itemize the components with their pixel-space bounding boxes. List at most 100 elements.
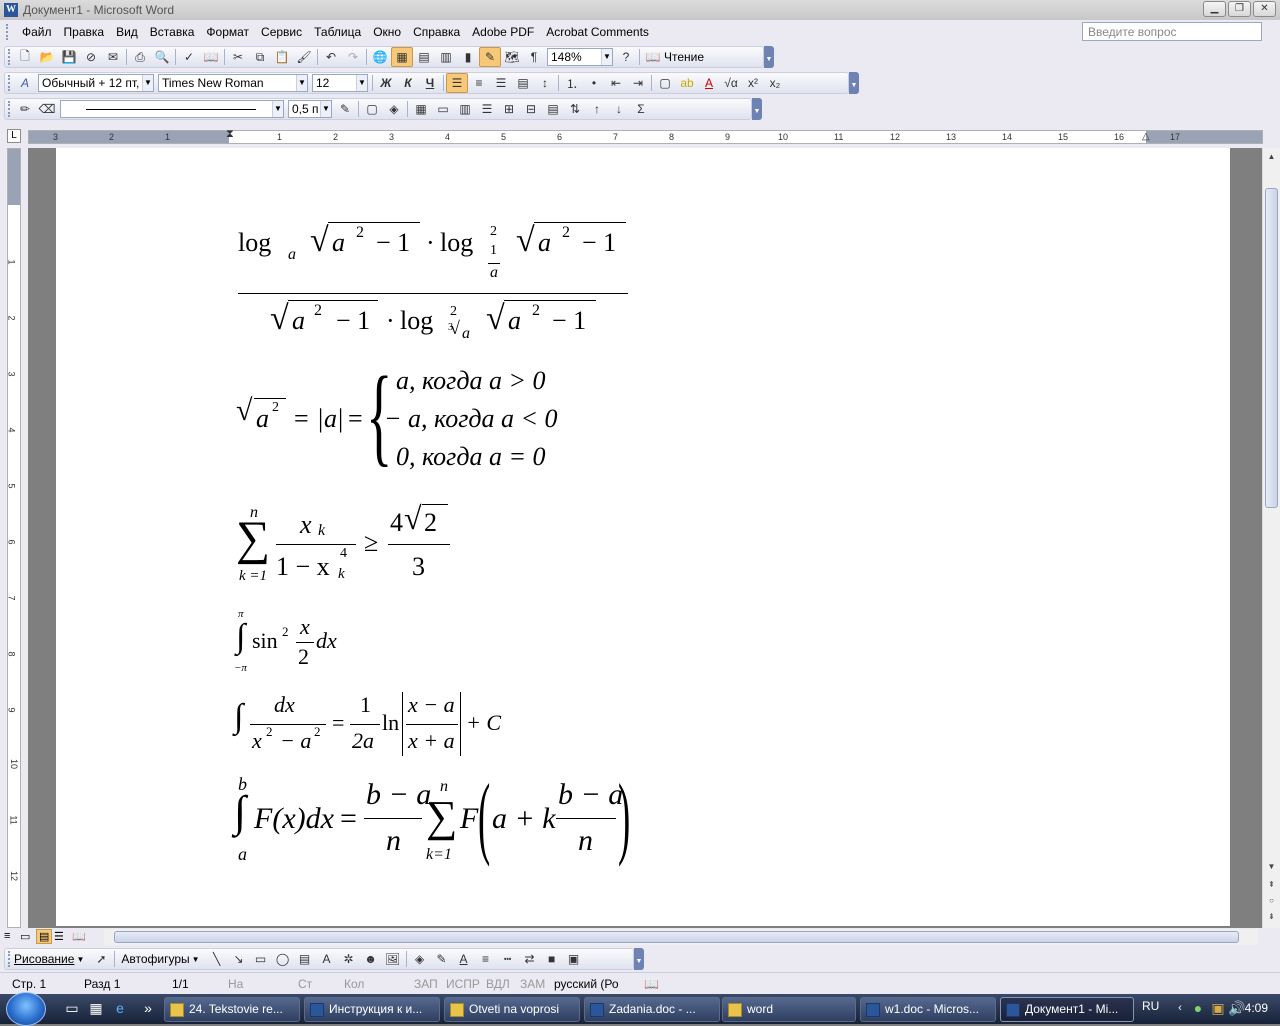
- vertical-ruler[interactable]: 1 2 3 4 5 6 7 8 9 10 11 12: [7, 148, 21, 928]
- distribute-cols-icon[interactable]: ⊟: [520, 99, 542, 119]
- redo-icon[interactable]: ↷: [342, 47, 364, 67]
- menu-tools[interactable]: Сервис: [255, 20, 308, 44]
- new-document-icon[interactable]: 🗋: [14, 47, 36, 67]
- tray-app-icon[interactable]: ●: [1190, 1000, 1206, 1016]
- decrease-indent-icon[interactable]: ⇤: [605, 73, 627, 93]
- spelling-status-icon[interactable]: 📖: [644, 977, 659, 991]
- reading-button[interactable]: Чтение: [664, 50, 708, 64]
- tray-volume-icon[interactable]: 🔊: [1228, 1000, 1245, 1016]
- outside-border-icon[interactable]: ▢: [361, 99, 383, 119]
- toolbar-options-icon-4[interactable]: ▼: [634, 948, 644, 970]
- diagram-icon[interactable]: ✲: [338, 949, 360, 969]
- next-page-icon[interactable]: ⇟: [1263, 908, 1280, 925]
- autosum-icon[interactable]: Σ: [630, 99, 652, 119]
- status-ext[interactable]: ВДЛ: [486, 977, 510, 991]
- calculator-icon[interactable]: ▦: [88, 1000, 104, 1016]
- scroll-up-icon[interactable]: ▲: [1263, 148, 1280, 165]
- menu-view[interactable]: Вид: [110, 20, 144, 44]
- scroll-thumb[interactable]: [1265, 188, 1278, 508]
- status-trk[interactable]: ИСПР: [446, 977, 480, 991]
- minimize-button[interactable]: ▁: [1203, 1, 1226, 17]
- browse-object-icon[interactable]: ○: [1263, 892, 1280, 909]
- clock[interactable]: 4:09: [1245, 1001, 1268, 1015]
- task-item-active[interactable]: Документ1 - Mi...: [1000, 997, 1134, 1022]
- shadow-icon[interactable]: ■: [541, 949, 563, 969]
- bullets-icon[interactable]: •: [583, 73, 605, 93]
- rectangle-icon[interactable]: ▭: [250, 949, 272, 969]
- sort-desc-icon[interactable]: ↓: [608, 99, 630, 119]
- textbox-icon[interactable]: ▤: [294, 949, 316, 969]
- open-folder-icon[interactable]: 📂: [36, 47, 58, 67]
- border-icon[interactable]: ▢: [654, 73, 676, 93]
- close-button[interactable]: ✕: [1253, 1, 1276, 17]
- toolbar-options-icon[interactable]: ▼: [764, 46, 774, 68]
- line-spacing-icon[interactable]: ↕: [534, 73, 556, 93]
- select-objects-icon[interactable]: ➚: [90, 949, 112, 969]
- equation-icon[interactable]: √α: [720, 73, 742, 93]
- tab-selector[interactable]: L: [7, 129, 21, 143]
- ask-question-box[interactable]: Введите вопрос: [1082, 22, 1262, 41]
- document-map-icon[interactable]: 🗺: [501, 47, 523, 67]
- clipart-icon[interactable]: ☻: [360, 949, 382, 969]
- menu-adobe-pdf[interactable]: Adobe PDF: [466, 20, 540, 44]
- task-item[interactable]: Otveti na voprosi: [444, 997, 580, 1022]
- shading-icon[interactable]: ◈: [383, 99, 405, 119]
- menu-insert[interactable]: Вставка: [144, 20, 201, 44]
- justify-icon[interactable]: ▤: [512, 73, 534, 93]
- styles-icon[interactable]: A: [14, 73, 36, 93]
- italic-button[interactable]: К: [397, 73, 419, 93]
- font-color-draw-icon[interactable]: A: [453, 949, 475, 969]
- dash-style-icon[interactable]: ┅: [497, 949, 519, 969]
- format-painter-icon[interactable]: 🖌: [293, 47, 315, 67]
- font-select[interactable]: Times New Roman ▼: [158, 74, 308, 92]
- normal-view-icon[interactable]: ≡: [4, 930, 10, 942]
- task-item[interactable]: word: [722, 997, 856, 1022]
- maximize-button[interactable]: ❐: [1228, 1, 1251, 17]
- split-cells-icon[interactable]: ▥: [454, 99, 476, 119]
- print-preview-icon[interactable]: 🔍: [151, 47, 173, 67]
- prev-page-icon[interactable]: ⇞: [1263, 876, 1280, 893]
- scroll-down-icon[interactable]: ▼: [1263, 858, 1280, 875]
- drawing-menu[interactable]: Рисование: [14, 952, 74, 966]
- highlight-icon[interactable]: ab: [676, 73, 698, 93]
- tables-borders-icon[interactable]: ▦: [391, 47, 413, 67]
- permission-icon[interactable]: ⊘: [80, 47, 102, 67]
- picture-icon[interactable]: 🖼: [382, 949, 404, 969]
- indent-marker-icon[interactable]: ⧗: [226, 128, 234, 141]
- menu-file[interactable]: Файл: [16, 20, 58, 44]
- fill-color-icon[interactable]: ◈: [409, 949, 431, 969]
- eraser-icon[interactable]: ⌫: [36, 99, 58, 119]
- vertical-scrollbar[interactable]: ▲ ▼ ⇞ ○ ⇟: [1262, 148, 1280, 928]
- insert-excel-icon[interactable]: ▥: [435, 47, 457, 67]
- border-color-icon[interactable]: ✎: [334, 99, 356, 119]
- columns-icon[interactable]: ▮: [457, 47, 479, 67]
- subscript-icon[interactable]: x₂: [764, 73, 786, 93]
- line-icon[interactable]: ╲: [206, 949, 228, 969]
- insert-table-icon-2[interactable]: ▦: [410, 99, 432, 119]
- tray-expand-icon[interactable]: ‹: [1172, 1000, 1188, 1016]
- menu-help[interactable]: Справка: [407, 20, 466, 44]
- autoshapes-menu[interactable]: Автофигуры: [121, 952, 189, 966]
- horizontal-scrollbar[interactable]: [104, 929, 1258, 945]
- email-icon[interactable]: ✉: [102, 47, 124, 67]
- toolbar-options-icon-3[interactable]: ▼: [752, 98, 762, 120]
- outline-view-icon[interactable]: ☰: [54, 930, 64, 943]
- increase-indent-icon[interactable]: ⇥: [627, 73, 649, 93]
- toolbar-options-icon-2[interactable]: ▼: [849, 72, 859, 94]
- help-icon[interactable]: ?: [615, 47, 637, 67]
- draw-table-icon[interactable]: ✏: [14, 99, 36, 119]
- spelling-icon[interactable]: ✓: [178, 47, 200, 67]
- arrow-icon[interactable]: ↘: [228, 949, 250, 969]
- drawing-icon[interactable]: ✎: [479, 47, 501, 67]
- distribute-rows-icon[interactable]: ⊞: [498, 99, 520, 119]
- task-item[interactable]: Инструкция к и...: [304, 997, 440, 1022]
- document-page[interactable]: log a √ a 2 − 1 · log 2 1 a √ a 2 − 1 √ …: [56, 148, 1230, 926]
- right-indent-marker-icon[interactable]: △: [1142, 131, 1150, 142]
- research-icon[interactable]: 📖: [200, 47, 222, 67]
- merge-cells-icon[interactable]: ▭: [432, 99, 454, 119]
- print-icon[interactable]: ⎙: [129, 47, 151, 67]
- align-left-icon[interactable]: ☰: [446, 73, 468, 93]
- superscript-icon[interactable]: x²: [742, 73, 764, 93]
- read-icon[interactable]: 📖: [642, 47, 664, 67]
- underline-button[interactable]: Ч: [419, 73, 441, 93]
